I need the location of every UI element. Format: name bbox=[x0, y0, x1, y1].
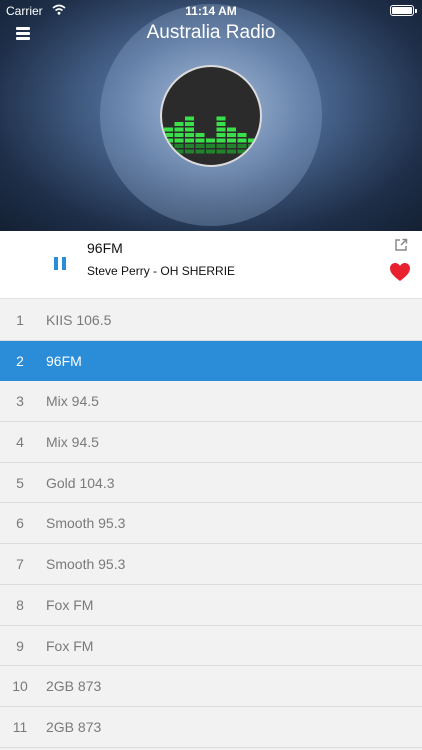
station-name: Fox FM bbox=[46, 596, 94, 613]
station-number: 5 bbox=[16, 474, 24, 491]
favorite-heart-icon[interactable] bbox=[389, 262, 411, 282]
station-name: Smooth 95.3 bbox=[46, 556, 126, 573]
station-name: 2GB 873 bbox=[46, 718, 102, 735]
station-number: 10 bbox=[12, 678, 28, 695]
now-playing-bar: 96FM Steve Perry - OH SHERRIE bbox=[0, 231, 422, 299]
station-name: Mix 94.5 bbox=[46, 434, 99, 451]
station-name: KIIS 106.5 bbox=[46, 312, 112, 328]
station-row[interactable]: 1 KIIS 106.5 bbox=[0, 300, 422, 341]
station-row[interactable]: 4 Mix 94.5 bbox=[0, 422, 422, 463]
equalizer-bars-icon bbox=[164, 116, 260, 154]
station-row[interactable]: 7 Smooth 95.3 bbox=[0, 544, 422, 585]
station-row[interactable]: 2 96FM bbox=[0, 340, 422, 382]
battery-icon bbox=[390, 5, 417, 16]
station-row[interactable]: 5 Gold 104.3 bbox=[0, 462, 422, 504]
station-name: Gold 104.3 bbox=[46, 474, 115, 491]
page-title: Australia Radio bbox=[146, 22, 276, 43]
clock: 11:14 AM bbox=[185, 4, 237, 18]
station-number: 2 bbox=[16, 352, 24, 369]
station-number: 6 bbox=[16, 515, 24, 532]
station-row[interactable]: 10 2GB 873 bbox=[0, 666, 422, 707]
station-name: Fox FM bbox=[46, 637, 94, 654]
station-list: 1 KIIS 106.5 2 96FM 3 Mix 94.5 4 Mix 94.5 5 Gold … bbox=[0, 300, 422, 748]
station-name: 96FM bbox=[46, 352, 82, 369]
station-name: 2GB 873 bbox=[46, 678, 102, 695]
station-number: 3 bbox=[16, 393, 24, 410]
station-name: Smooth 95.3 bbox=[46, 515, 126, 532]
status-bar: Carrier 11:14 AM bbox=[0, 0, 422, 20]
station-name: Mix 94.5 bbox=[46, 393, 99, 410]
station-row[interactable]: 6 Smooth 95.3 bbox=[0, 503, 422, 545]
now-playing-track: Steve Perry - OH SHERRIE bbox=[87, 264, 236, 278]
station-number: 4 bbox=[16, 434, 24, 451]
header-banner: Carrier 11:14 AM Australia Radio bbox=[0, 0, 422, 231]
share-icon[interactable] bbox=[394, 238, 408, 252]
station-row[interactable]: 11 2GB 873 bbox=[0, 706, 422, 748]
now-playing-station: 96FM bbox=[87, 240, 123, 256]
station-row[interactable]: 8 Fox FM bbox=[0, 584, 422, 626]
station-number: 8 bbox=[16, 596, 24, 613]
station-artwork bbox=[160, 65, 262, 167]
station-row[interactable]: 3 Mix 94.5 bbox=[0, 381, 422, 423]
station-number: 9 bbox=[16, 637, 24, 654]
station-number: 11 bbox=[12, 718, 28, 735]
station-row[interactable]: 9 Fox FM bbox=[0, 625, 422, 667]
station-number: 7 bbox=[16, 556, 24, 573]
station-number: 1 bbox=[16, 312, 24, 328]
pause-button[interactable] bbox=[52, 255, 70, 273]
